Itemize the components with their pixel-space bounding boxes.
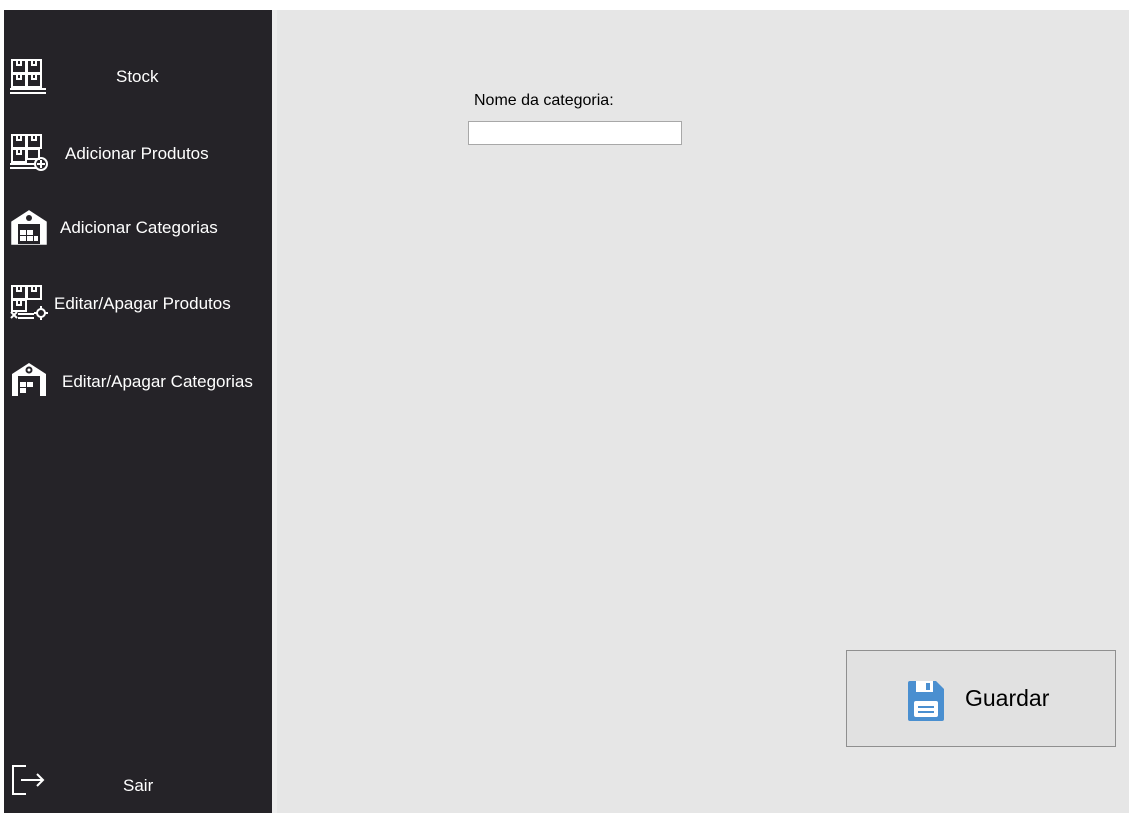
sidebar-item-label: Adicionar Categorias: [60, 218, 218, 237]
sidebar-item-label: Stock: [116, 67, 159, 86]
sidebar-item-label: Adicionar Produtos: [65, 144, 209, 163]
sidebar-item-edit-products[interactable]: Editar/Apagar Produtos: [4, 274, 272, 334]
sidebar-item-label: Editar/Apagar Produtos: [54, 294, 231, 313]
category-name-input[interactable]: [468, 121, 682, 145]
category-name-label: Nome da categoria:: [474, 92, 614, 109]
boxes-add-icon: [10, 134, 48, 171]
sidebar-item-add-categories[interactable]: Adicionar Categorias: [4, 198, 272, 258]
main-panel: Nome da categoria: Guardar: [277, 10, 1129, 813]
sidebar-item-exit[interactable]: Sair: [4, 750, 272, 810]
sidebar-item-edit-categories[interactable]: Editar/Apagar Categorias: [4, 350, 272, 410]
app-window: Stock Adicionar Produtos Adicionar Categ…: [0, 0, 1129, 813]
warehouse-icon: [11, 210, 47, 245]
sidebar-item-label: Editar/Apagar Categorias: [62, 372, 253, 391]
boxes-icon: [10, 59, 46, 94]
sidebar-item-stock[interactable]: Stock: [4, 50, 272, 110]
boxes-settings-icon: [10, 285, 48, 320]
warehouse-settings-icon: [12, 363, 46, 396]
sidebar: Stock Adicionar Produtos Adicionar Categ…: [4, 10, 272, 813]
save-button-label: Guardar: [965, 685, 1050, 711]
floppy-disk-icon: [908, 681, 944, 721]
sidebar-item-add-products[interactable]: Adicionar Produtos: [4, 125, 272, 185]
save-button[interactable]: Guardar: [846, 650, 1116, 747]
logout-icon: [12, 765, 45, 795]
sidebar-item-label: Sair: [123, 776, 154, 795]
